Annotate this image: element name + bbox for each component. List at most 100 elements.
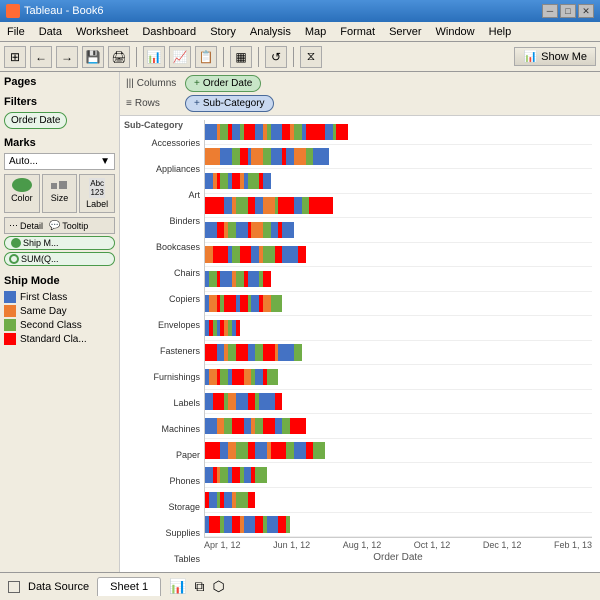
y-axis: Sub-Category Accessories Appliances Art …	[124, 120, 204, 568]
sum-qty-pill[interactable]: SUM(Q...	[4, 252, 115, 266]
row-supplies	[205, 488, 592, 513]
menu-worksheet[interactable]: Worksheet	[73, 25, 131, 39]
columns-label: ||| Columns	[126, 78, 181, 89]
sheet1-label: Sheet 1	[110, 581, 148, 593]
toolbar-chart1[interactable]: 📊	[143, 46, 165, 68]
x-label-apr: Apr 1, 12	[204, 540, 241, 550]
x-label-jun: Jun 1, 12	[273, 540, 310, 550]
rows-shelf-row: ≡ Rows + Sub-Category	[126, 95, 594, 112]
status-bar: Data Source Sheet 1 📊 ⧉ ⬡	[0, 572, 600, 600]
x-label-feb: Feb 1, 13	[554, 540, 592, 550]
menu-map[interactable]: Map	[302, 25, 329, 39]
y-label-phones: Phones	[124, 472, 204, 490]
toolbar-back[interactable]: ←	[30, 46, 52, 68]
y-label-labels: Labels	[124, 394, 204, 412]
legend-swatch-green	[4, 319, 16, 331]
row-copiers	[205, 267, 592, 292]
label-button[interactable]: Abc123 Label	[79, 174, 115, 213]
close-button[interactable]: ✕	[578, 4, 594, 18]
y-label-appliances: Appliances	[124, 160, 204, 178]
toolbar-chart3[interactable]: 📋	[195, 46, 217, 68]
new-dashboard-icon[interactable]: ⬡	[213, 578, 225, 595]
toolbar-filter[interactable]: ⧖	[300, 46, 322, 68]
detail-row[interactable]: ⋯ Detail 💬 Tooltip	[4, 217, 115, 234]
menu-story[interactable]: Story	[207, 25, 239, 39]
size-button[interactable]: Size	[42, 174, 78, 213]
row-phones	[205, 439, 592, 464]
legend-standard-label: Standard Cla...	[20, 334, 87, 345]
menu-analysis[interactable]: Analysis	[247, 25, 294, 39]
y-label-paper: Paper	[124, 446, 204, 464]
window-controls[interactable]: ─ □ ✕	[542, 4, 594, 18]
rows-text: Rows	[135, 98, 160, 109]
y-label-art: Art	[124, 186, 204, 204]
x-label-oct: Oct 1, 12	[414, 540, 451, 550]
toolbar-refresh[interactable]: ↺	[265, 46, 287, 68]
menu-data[interactable]: Data	[36, 25, 65, 39]
toolbar-print[interactable]: 🖨	[108, 46, 130, 68]
toolbar-bars[interactable]: ▦	[230, 46, 252, 68]
menu-help[interactable]: Help	[486, 25, 515, 39]
row-art	[205, 169, 592, 194]
color-button[interactable]: Color	[4, 174, 40, 213]
tooltip-label: Tooltip	[62, 221, 88, 231]
right-content: ||| Columns + Order Date ≡ Rows + Sub-Ca…	[120, 72, 600, 572]
legend-first-class: First Class	[4, 291, 115, 303]
row-fasteners	[205, 316, 592, 341]
filters-title: Filters	[4, 96, 115, 108]
order-date-filter[interactable]: Order Date	[4, 112, 67, 129]
toolbar-forward[interactable]: →	[56, 46, 78, 68]
toolbar-grid[interactable]: ⊞	[4, 46, 26, 68]
toolbar-chart2[interactable]: 📈	[169, 46, 191, 68]
row-bookcases	[205, 218, 592, 243]
show-me-icon: 📊	[523, 50, 537, 63]
ship-mode-pill-label: Ship M...	[23, 238, 59, 248]
menu-window[interactable]: Window	[433, 25, 478, 39]
marks-section: Marks Auto... ▼ Color Size	[4, 137, 115, 267]
separator-1	[136, 47, 137, 67]
minimize-button[interactable]: ─	[542, 4, 558, 18]
toolbar-save[interactable]: 💾	[82, 46, 104, 68]
app-icon	[6, 4, 20, 18]
rows-label: ≡ Rows	[126, 98, 181, 109]
ship-mode-pill[interactable]: Ship M...	[4, 236, 115, 250]
columns-icon: |||	[126, 78, 134, 89]
marks-type-dropdown[interactable]: Auto... ▼	[4, 153, 115, 170]
y-label-accessories: Accessories	[124, 134, 204, 152]
y-label-binders: Binders	[124, 212, 204, 230]
row-tables	[205, 513, 592, 538]
duplicate-sheet-icon[interactable]: ⧉	[195, 578, 205, 595]
columns-pill-icon: +	[194, 78, 200, 89]
menu-file[interactable]: File	[4, 25, 28, 39]
y-label-bookcases: Bookcases	[124, 238, 204, 256]
row-binders	[205, 194, 592, 219]
x-axis-title: Order Date	[204, 552, 592, 563]
separator-2	[223, 47, 224, 67]
sheet1-tab[interactable]: Sheet 1	[97, 577, 161, 596]
left-panel: Pages Filters Order Date Marks Auto... ▼…	[0, 72, 120, 572]
data-source-checkbox[interactable]	[8, 581, 20, 593]
maximize-button[interactable]: □	[560, 4, 576, 18]
data-source-label[interactable]: Data Source	[28, 581, 89, 593]
sum-qty-label: SUM(Q...	[21, 254, 59, 264]
y-label-copiers: Copiers	[124, 290, 204, 308]
chart-container: Sub-Category Accessories Appliances Art …	[120, 116, 600, 572]
menu-dashboard[interactable]: Dashboard	[139, 25, 199, 39]
new-sheet-icon[interactable]: 📊	[169, 578, 186, 595]
chart-main: Apr 1, 12 Jun 1, 12 Aug 1, 12 Oct 1, 12 …	[204, 120, 592, 568]
marks-grid: Color Size Abc123 Label	[4, 174, 115, 213]
y-label-supplies: Supplies	[124, 524, 204, 542]
tooltip-icon: 💬	[49, 220, 60, 231]
legend-standard: Standard Cla...	[4, 333, 115, 345]
detail-icon: ⋯	[9, 220, 18, 231]
menu-format[interactable]: Format	[337, 25, 378, 39]
ship-mode-legend: Ship Mode First Class Same Day Second Cl…	[4, 275, 115, 345]
rows-pill[interactable]: + Sub-Category	[185, 95, 274, 112]
x-axis: Apr 1, 12 Jun 1, 12 Aug 1, 12 Oct 1, 12 …	[204, 538, 592, 568]
show-me-button[interactable]: 📊 Show Me	[514, 47, 596, 66]
menu-server[interactable]: Server	[386, 25, 424, 39]
row-paper	[205, 414, 592, 439]
chart-plot[interactable]	[204, 120, 592, 538]
toolbar: ⊞ ← → 💾 🖨 📊 📈 📋 ▦ ↺ ⧖ 📊 Show Me	[0, 42, 600, 72]
columns-pill[interactable]: + Order Date	[185, 75, 261, 92]
